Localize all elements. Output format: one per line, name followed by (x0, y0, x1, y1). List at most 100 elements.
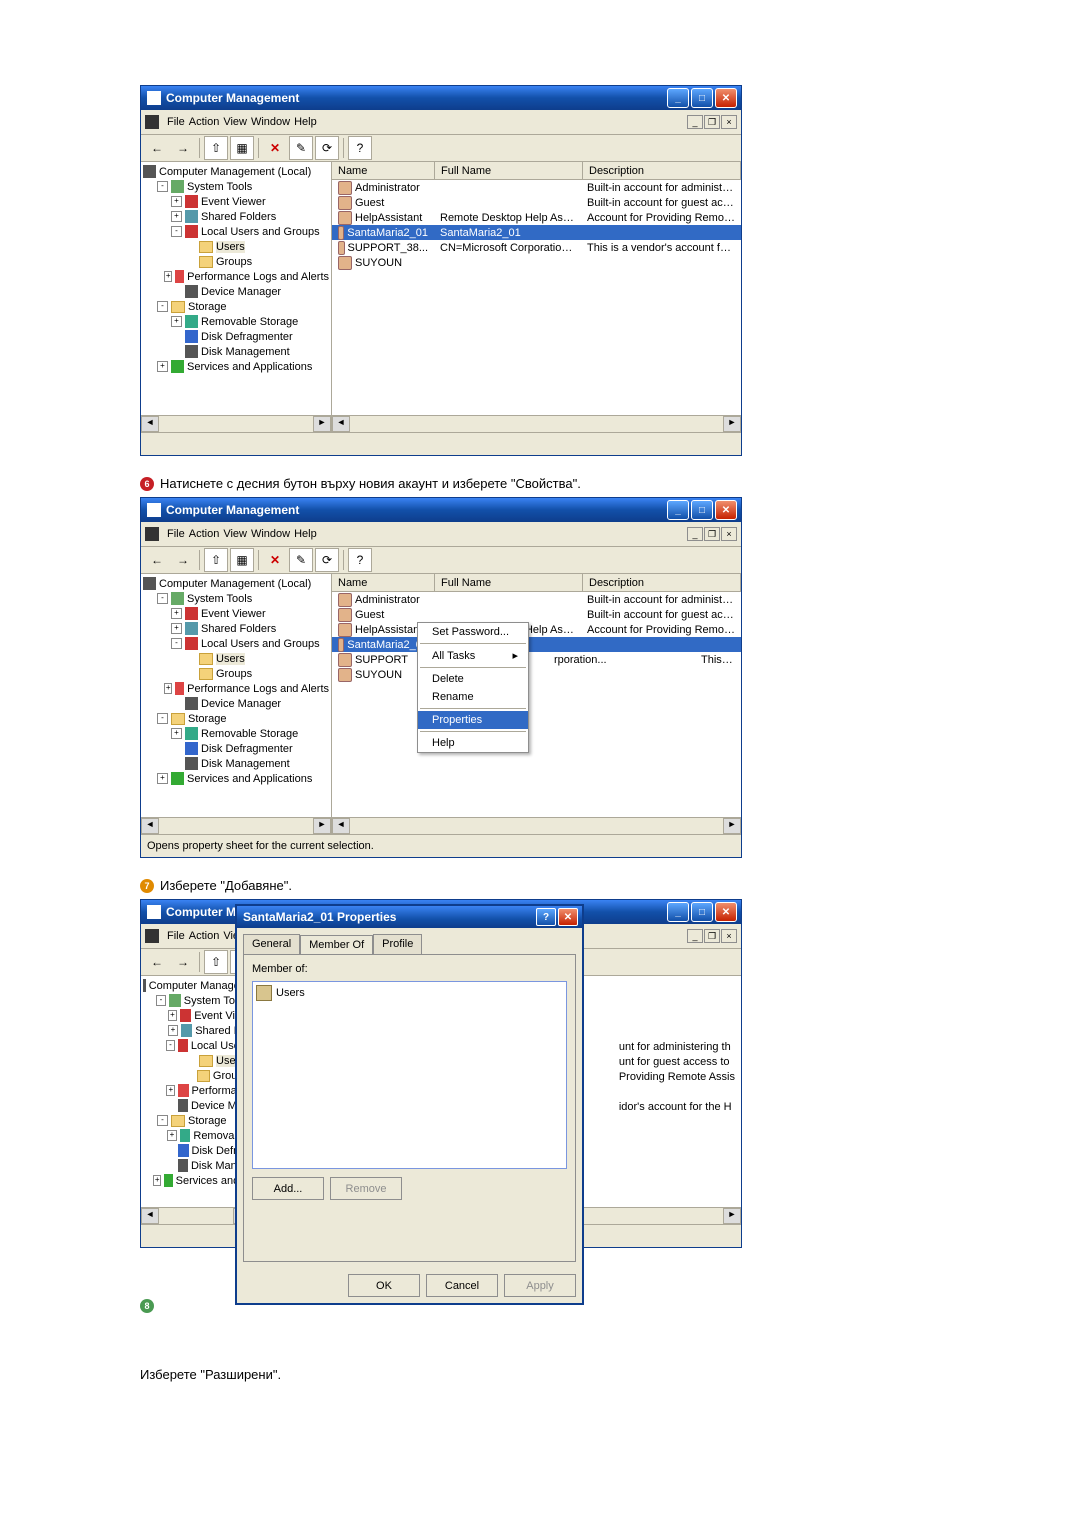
mdi-restore[interactable]: ❐ (704, 527, 720, 541)
list-row[interactable]: HelpAssistantRemote Desktop Help Assi...… (332, 210, 741, 225)
tree-event-viewer[interactable]: Event Viewer (201, 196, 266, 208)
refresh-toolbar-button[interactable]: ⟳ (315, 548, 339, 572)
mdi-close[interactable]: × (721, 929, 737, 943)
up-button[interactable]: ⇧ (204, 548, 228, 572)
ctx-rename[interactable]: Rename (418, 688, 528, 706)
tree-removable[interactable]: Removable Storage (201, 316, 298, 328)
maximize-button[interactable]: □ (691, 902, 713, 922)
back-button[interactable]: ← (145, 548, 169, 572)
list-row[interactable]: SUYOUN (332, 255, 741, 270)
menu-action[interactable]: Action (189, 116, 220, 128)
menu-file[interactable]: File (167, 116, 185, 128)
list-row-selected[interactable]: SantaMaria2_01SantaMaria2_01 (332, 637, 741, 652)
tree-devmgr[interactable]: Device Manager (201, 286, 281, 298)
mdi-close[interactable]: × (721, 115, 737, 129)
col-fullname[interactable]: Full Name (435, 162, 583, 179)
refresh-toolbar-button[interactable]: ⟳ (315, 136, 339, 160)
maximize-button[interactable]: □ (691, 88, 713, 108)
expander-icon[interactable]: + (157, 361, 168, 372)
expander-icon[interactable]: + (164, 271, 172, 282)
forward-button[interactable]: → (171, 136, 195, 160)
tree-root[interactable]: Computer Management (Local) (159, 166, 311, 178)
expander-icon[interactable]: + (171, 196, 182, 207)
dialog-close-button[interactable]: ✕ (558, 908, 578, 926)
expander-icon[interactable]: + (171, 316, 182, 327)
minimize-button[interactable]: _ (667, 88, 689, 108)
list-row[interactable]: GuestBuilt-in account for guest access t… (332, 195, 741, 210)
show-hide-tree-button[interactable]: ▦ (230, 548, 254, 572)
tree-groups[interactable]: Groups (216, 256, 252, 268)
back-button[interactable]: ← (145, 136, 169, 160)
menu-view[interactable]: View (223, 116, 247, 128)
mdi-minimize[interactable]: _ (687, 115, 703, 129)
tree-scrollbar[interactable]: ◄► (141, 817, 331, 834)
menu-help[interactable]: Help (294, 528, 317, 540)
up-button[interactable]: ⇧ (204, 136, 228, 160)
list-row-selected[interactable]: SantaMaria2_01SantaMaria2_01 (332, 225, 741, 240)
list-row[interactable]: SUPPORTrporation...This is a vendor's ac… (332, 652, 741, 667)
col-description[interactable]: Description (583, 162, 741, 179)
member-of-list[interactable]: Users (252, 981, 567, 1169)
tree-root[interactable]: Computer Management (Local) (159, 578, 311, 590)
show-hide-tree-button[interactable]: ▦ (230, 136, 254, 160)
menu-help[interactable]: Help (294, 116, 317, 128)
list-row[interactable]: AdministratorBuilt-in account for admini… (332, 592, 741, 607)
tab-general[interactable]: General (243, 934, 300, 954)
tab-profile[interactable]: Profile (373, 934, 422, 954)
ctx-all-tasks[interactable]: All Tasks▸ (418, 646, 528, 665)
ok-button[interactable]: OK (348, 1274, 420, 1297)
menu-file[interactable]: File (167, 528, 185, 540)
tree-services[interactable]: Services and Applications (187, 361, 312, 373)
menu-window[interactable]: Window (251, 116, 290, 128)
list-row[interactable]: HelpAssistantRemote Desktop Help Assi...… (332, 622, 741, 637)
menu-action[interactable]: Action (189, 528, 220, 540)
minimize-button[interactable]: _ (667, 500, 689, 520)
minimize-button[interactable]: _ (667, 902, 689, 922)
close-button[interactable]: ✕ (715, 902, 737, 922)
tree-storage[interactable]: Storage (188, 301, 227, 313)
help-toolbar-button[interactable]: ? (348, 136, 372, 160)
list-pane[interactable]: Name Full Name Description Administrator… (332, 574, 741, 834)
mdi-minimize[interactable]: _ (687, 929, 703, 943)
group-item[interactable]: Users (256, 985, 563, 1000)
tree-diskm[interactable]: Disk Management (201, 346, 290, 358)
close-button[interactable]: ✕ (715, 500, 737, 520)
expander-icon[interactable]: - (157, 181, 168, 192)
up-button[interactable]: ⇧ (204, 950, 228, 974)
menu-view[interactable]: View (223, 528, 247, 540)
tree-system-tools[interactable]: System Tools (187, 181, 252, 193)
mdi-close[interactable]: × (721, 527, 737, 541)
tree-defrag[interactable]: Disk Defragmenter (201, 331, 293, 343)
list-row[interactable]: SUPPORT_38...CN=Microsoft Corporation...… (332, 240, 741, 255)
add-button[interactable]: Add... (252, 1177, 324, 1200)
tree-pane[interactable]: Computer Management (Local) -System Tool… (141, 574, 332, 834)
mdi-restore[interactable]: ❐ (704, 929, 720, 943)
expander-icon[interactable]: - (171, 226, 182, 237)
properties-toolbar-button[interactable]: ✎ (289, 548, 313, 572)
ctx-help[interactable]: Help (418, 734, 528, 752)
menu-file[interactable]: File (167, 930, 185, 942)
mdi-restore[interactable]: ❐ (704, 115, 720, 129)
dialog-help-button[interactable]: ? (536, 908, 556, 926)
tree-lug[interactable]: Local Users and Groups (201, 226, 320, 238)
help-toolbar-button[interactable]: ? (348, 548, 372, 572)
mdi-minimize[interactable]: _ (687, 527, 703, 541)
menu-window[interactable]: Window (251, 528, 290, 540)
list-row[interactable]: SUYOUN (332, 667, 741, 682)
delete-toolbar-button[interactable]: ✕ (263, 548, 287, 572)
menu-action[interactable]: Action (189, 930, 220, 942)
back-button[interactable]: ← (145, 950, 169, 974)
tree-pane[interactable]: Computer Management (Local) - System Tool… (141, 162, 332, 432)
expander-icon[interactable]: - (157, 301, 168, 312)
forward-button[interactable]: → (171, 548, 195, 572)
forward-button[interactable]: → (171, 950, 195, 974)
tab-member-of[interactable]: Member Of (300, 935, 373, 955)
list-scrollbar[interactable]: ◄► (332, 817, 741, 834)
tree-shared-folders[interactable]: Shared Folders (201, 211, 276, 223)
tree-perf[interactable]: Performance Logs and Alerts (187, 271, 329, 283)
list-row[interactable]: AdministratorBuilt-in account for admini… (332, 180, 741, 195)
ctx-set-password[interactable]: Set Password... (418, 623, 528, 641)
delete-toolbar-button[interactable]: ✕ (263, 136, 287, 160)
cancel-button[interactable]: Cancel (426, 1274, 498, 1297)
ctx-delete[interactable]: Delete (418, 670, 528, 688)
